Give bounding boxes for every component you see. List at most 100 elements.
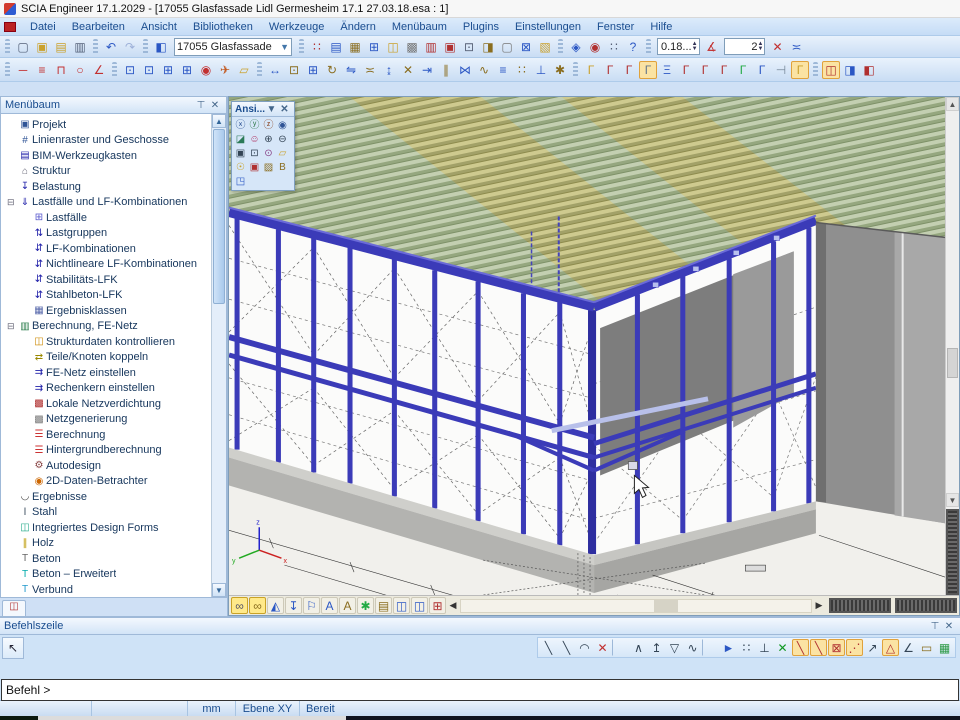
project-combobox[interactable]: 17055 Glasfassade ▼	[174, 38, 292, 56]
tree-lastfaelle[interactable]: ⊞ Lastfälle	[3, 210, 210, 226]
open-folder-icon[interactable]: ▣	[33, 38, 51, 56]
new-file-icon[interactable]: ▢	[14, 38, 32, 56]
tree-struktur[interactable]: ⌂ Struktur	[3, 164, 210, 180]
tree-beton[interactable]: T Beton	[3, 551, 210, 567]
tree-stabilitaets-lfk[interactable]: ⇵ Stabilitäts-LFK	[3, 272, 210, 288]
viewport-vscrollbar-thumb[interactable]	[947, 348, 958, 378]
break-icon[interactable]: ∥	[437, 61, 455, 79]
frame-template-4-icon[interactable]: Γ	[639, 61, 657, 79]
cut-ucs-icon[interactable]: ✕	[768, 38, 786, 56]
cross-section-manager-icon[interactable]: ∷	[308, 38, 326, 56]
toolbar-grip[interactable]	[257, 62, 262, 78]
angle-display-icon[interactable]: ∡	[703, 38, 721, 56]
label-values-toggle-icon[interactable]: A	[339, 597, 356, 614]
multicopy-icon[interactable]: ⊞	[304, 61, 322, 79]
paste-attributes-icon[interactable]: ⊡	[140, 61, 158, 79]
tree-netzgenerierung[interactable]: ▩ Netzgenerierung	[3, 412, 210, 428]
tree-teile-knoten[interactable]: ⇄ Teile/Knoten koppeln	[3, 350, 210, 366]
engineering-report-icon[interactable]: ⊠	[517, 38, 535, 56]
snap-crossing-icon[interactable]: ⊠	[828, 639, 845, 656]
tree-autodesign[interactable]: ⚙ Autodesign	[3, 458, 210, 474]
menubaum-tab[interactable]: ◫	[2, 600, 26, 616]
table-input-icon[interactable]: ▥	[422, 38, 440, 56]
save-icon[interactable]: ▤	[52, 38, 70, 56]
snap-intersection-icon[interactable]: ✕	[774, 639, 791, 656]
scale-display-icon[interactable]: ≍	[787, 38, 805, 56]
rotate-wheel-vertical[interactable]	[946, 509, 959, 595]
tree-berechnung-fe-netz[interactable]: ⊟ ▥ Berechnung, FE-Netz	[3, 319, 210, 335]
scroll-up-icon[interactable]: ▲	[212, 114, 226, 128]
zoom-out-icon[interactable]: ⊖	[276, 133, 289, 146]
frame-template-10-icon[interactable]: Γ	[753, 61, 771, 79]
scroll-down-icon[interactable]: ▼	[946, 493, 959, 507]
walk-view-icon[interactable]: ☺	[248, 133, 261, 146]
tree-lastgruppen[interactable]: ⇅ Lastgruppen	[3, 226, 210, 242]
menu-aendern[interactable]: Ändern	[332, 19, 383, 35]
redo-icon[interactable]: ↷	[121, 38, 139, 56]
tree-strukturdaten[interactable]: ◫ Strukturdaten kontrollieren	[3, 334, 210, 350]
render-filled-icon[interactable]: ◫	[822, 61, 840, 79]
tree-2d-daten-betrachter[interactable]: ◉ 2D-Daten-Betrachter	[3, 474, 210, 490]
toolbar-grip[interactable]	[299, 39, 304, 55]
draw-section-icon[interactable]: ⊓	[52, 61, 70, 79]
frame-template-11-icon[interactable]: ⊣	[772, 61, 790, 79]
tree-rechenkern[interactable]: ⇉ Rechenkern einstellen	[3, 381, 210, 397]
menu-hilfe[interactable]: Hilfe	[642, 19, 680, 35]
tree-verbund[interactable]: T Verbund	[3, 582, 210, 598]
calculator-icon[interactable]: ▦	[936, 639, 953, 656]
tree-hintergrundberechnung[interactable]: ☰ Hintergrundberechnung	[3, 443, 210, 459]
tree-lf-kombinationen[interactable]: ⇵ LF-Kombinationen	[3, 241, 210, 257]
document-icon[interactable]: ▧	[536, 38, 554, 56]
pin-icon[interactable]: ⊤	[928, 621, 942, 632]
scale-spinner[interactable]: 0.18... ▲▼	[657, 38, 700, 55]
clipping-box-icon[interactable]: B	[276, 161, 289, 174]
tree-integriertes-design-forms[interactable]: ◫ Integriertes Design Forms	[3, 520, 210, 536]
activity-grid-icon[interactable]: ⊞	[429, 597, 446, 614]
copy-attributes-icon[interactable]: ⊡	[121, 61, 139, 79]
draw-circle-icon[interactable]: ○	[71, 61, 89, 79]
tree-bim-werkzeugkasten[interactable]: ▤ BIM-Werkzeugkasten	[3, 148, 210, 164]
tree-nichtlineare-lfk[interactable]: ⇵ Nichtlineare LF-Kombinationen	[3, 257, 210, 273]
light-toggle-icon[interactable]: ☉	[234, 161, 247, 174]
draw-dimension-icon[interactable]: ≡	[33, 61, 51, 79]
tree-berechnung[interactable]: ☰ Berechnung	[3, 427, 210, 443]
frame-template-7-icon[interactable]: Γ	[696, 61, 714, 79]
escape-cursor-button[interactable]: ↖	[2, 637, 24, 659]
rotate-icon[interactable]: ↻	[323, 61, 341, 79]
tree-ergebnisse[interactable]: ◡ Ergebnisse	[3, 489, 210, 505]
frame-template-8-icon[interactable]: Γ	[715, 61, 733, 79]
snap-delete-icon[interactable]: ✕	[594, 639, 611, 656]
tree-ergebnisklassen[interactable]: ▦ Ergebnisklassen	[3, 303, 210, 319]
display-folder-icon[interactable]: ▱	[235, 61, 253, 79]
frame-template-5-icon[interactable]: Ξ	[658, 61, 676, 79]
snap-edge-icon[interactable]: ↗	[864, 639, 881, 656]
paste-clipboard-icon[interactable]: ◫	[384, 38, 402, 56]
tree-scrollbar-thumb[interactable]	[213, 129, 225, 304]
fast-view-2-icon[interactable]: ◫	[411, 597, 428, 614]
pin-icon[interactable]: ⊤	[194, 100, 208, 111]
capture-image-icon[interactable]: ▣	[248, 161, 261, 174]
draw-angle-icon[interactable]: ∠	[90, 61, 108, 79]
snap-plane-icon[interactable]: ▽	[666, 639, 683, 656]
offset-icon[interactable]: ≡	[494, 61, 512, 79]
view-z-icon[interactable]: ⓩ	[262, 119, 275, 132]
zoom-window-icon[interactable]: ▣	[234, 147, 247, 160]
snap-tangent-icon[interactable]: ∠	[900, 639, 917, 656]
undo-icon[interactable]: ↶	[102, 38, 120, 56]
tree-holz[interactable]: ∥ Holz	[3, 536, 210, 552]
snap-line-dot-icon[interactable]: ╲	[558, 639, 575, 656]
tree-projekt[interactable]: ▣ Projekt	[3, 117, 210, 133]
fast-view-1-icon[interactable]: ◫	[393, 597, 410, 614]
toolbar-grip[interactable]	[558, 39, 563, 55]
frame-template-1-icon[interactable]: Γ	[582, 61, 600, 79]
frame-template-2-icon[interactable]: Γ	[601, 61, 619, 79]
snap-endpoint-icon[interactable]: ╲	[792, 639, 809, 656]
print-preview-icon[interactable]: ◨	[479, 38, 497, 56]
command-input[interactable]: Befehl >	[1, 679, 959, 701]
view-palette-header[interactable]: Ansi... ▼ ✕	[232, 102, 294, 117]
snap-line-grid-icon[interactable]: ⊥	[756, 639, 773, 656]
draw-line-icon[interactable]: ─	[14, 61, 32, 79]
render-edges-icon[interactable]: ◧	[860, 61, 878, 79]
menu-fenster[interactable]: Fenster	[589, 19, 642, 35]
menu-datei[interactable]: Datei	[22, 19, 64, 35]
